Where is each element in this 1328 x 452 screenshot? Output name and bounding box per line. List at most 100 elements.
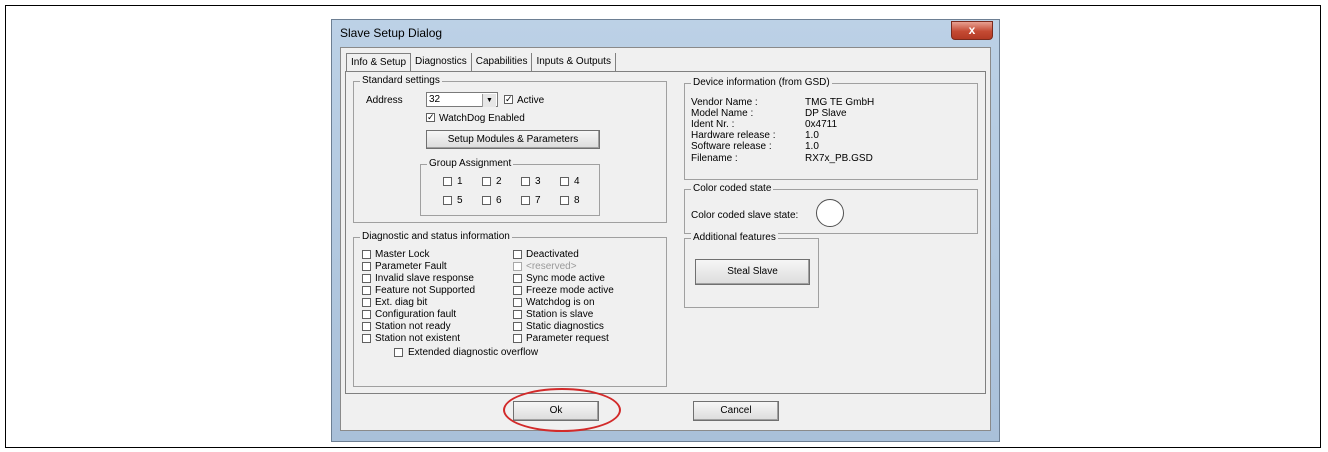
device-row-value: 1.0 xyxy=(805,130,819,141)
diag-right-label: Station is slave xyxy=(526,309,594,320)
parameter-fault-checkbox[interactable] xyxy=(362,262,371,271)
diagnostic-status-group: Diagnostic and status information Master… xyxy=(353,231,667,387)
device-row-label: Software release : xyxy=(691,141,772,152)
configuration-fault-checkbox[interactable] xyxy=(362,310,371,319)
deactivated-checkbox[interactable] xyxy=(513,250,522,259)
highlight-oval xyxy=(503,388,621,432)
diag-right-label: <reserved> xyxy=(526,261,577,272)
tab-inputs-outputs[interactable]: Inputs & Outputs xyxy=(532,53,616,71)
standard-settings-legend: Standard settings xyxy=(360,75,442,86)
device-row-value: DP Slave xyxy=(805,108,847,119)
slave-setup-dialog: Slave Setup Dialog x Info & Setup Diagno… xyxy=(331,19,1000,442)
title-bar: Slave Setup Dialog x xyxy=(332,20,999,46)
cancel-button[interactable]: Cancel xyxy=(693,401,779,421)
device-row-value: TMG TE GmbH xyxy=(805,97,875,108)
tab-strip: Info & Setup Diagnostics Capabilities In… xyxy=(346,53,616,72)
sync-mode-checkbox[interactable] xyxy=(513,274,522,283)
static-diagnostics-checkbox[interactable] xyxy=(513,322,522,331)
device-row-label: Model Name : xyxy=(691,108,754,119)
device-row-label: Vendor Name : xyxy=(691,97,758,108)
group-4-label: 4 xyxy=(574,176,580,187)
diag-left-label: Feature not Supported xyxy=(375,285,476,296)
group-1-label: 1 xyxy=(457,176,463,187)
group-2-checkbox[interactable] xyxy=(482,177,491,186)
diag-left-label: Station not existent xyxy=(375,333,461,344)
group-assignment-legend: Group Assignment xyxy=(427,158,514,169)
window-title: Slave Setup Dialog xyxy=(340,26,443,40)
group-2-label: 2 xyxy=(496,176,502,187)
diag-right-label: Static diagnostics xyxy=(526,321,604,332)
group-7-label: 7 xyxy=(535,195,541,206)
diag-left-label: Master Lock xyxy=(375,249,430,260)
additional-features-legend: Additional features xyxy=(691,232,778,243)
group-7-checkbox[interactable] xyxy=(521,196,530,205)
color-state-group: Color coded state Color coded slave stat… xyxy=(684,183,978,234)
standard-settings-group: Standard settings Address 32 ▼ Active Wa… xyxy=(353,75,667,223)
info-setup-page: Standard settings Address 32 ▼ Active Wa… xyxy=(345,71,986,394)
status-indicator-icon xyxy=(816,199,844,227)
tab-diagnostics[interactable]: Diagnostics xyxy=(411,53,472,71)
group-6-label: 6 xyxy=(496,195,502,206)
watchdog-label: WatchDog Enabled xyxy=(439,113,525,124)
group-1-checkbox[interactable] xyxy=(443,177,452,186)
watchdog-checkbox[interactable] xyxy=(426,113,435,122)
group-8-label: 8 xyxy=(574,195,580,206)
parameter-request-checkbox[interactable] xyxy=(513,334,522,343)
station-not-ready-checkbox[interactable] xyxy=(362,322,371,331)
device-row-label: Ident Nr. : xyxy=(691,119,735,130)
diag-right-label: Parameter request xyxy=(526,333,609,344)
device-row-label: Hardware release : xyxy=(691,130,776,141)
device-info-legend: Device information (from GSD) xyxy=(691,77,832,88)
group-3-label: 3 xyxy=(535,176,541,187)
chevron-down-icon[interactable]: ▼ xyxy=(482,94,496,107)
color-state-legend: Color coded state xyxy=(691,183,774,194)
reserved-checkbox xyxy=(513,262,522,271)
device-info-group: Device information (from GSD) Vendor Nam… xyxy=(684,77,978,180)
diagnostic-status-legend: Diagnostic and status information xyxy=(360,231,512,242)
invalid-slave-response-checkbox[interactable] xyxy=(362,274,371,283)
diag-left-label: Station not ready xyxy=(375,321,451,332)
diag-right-label: Watchdog is on xyxy=(526,297,595,308)
setup-modules-button[interactable]: Setup Modules & Parameters xyxy=(426,130,600,149)
diag-left-label: Invalid slave response xyxy=(375,273,474,284)
close-icon: x xyxy=(968,23,976,37)
group-8-checkbox[interactable] xyxy=(560,196,569,205)
station-is-slave-checkbox[interactable] xyxy=(513,310,522,319)
diag-right-label: Deactivated xyxy=(526,249,579,260)
device-row-value: 1.0 xyxy=(805,141,819,152)
dialog-client: Info & Setup Diagnostics Capabilities In… xyxy=(340,47,991,431)
active-label: Active xyxy=(517,95,545,106)
address-select[interactable]: 32 ▼ xyxy=(426,92,498,107)
group-3-checkbox[interactable] xyxy=(521,177,530,186)
address-label: Address xyxy=(366,95,403,106)
group-4-checkbox[interactable] xyxy=(560,177,569,186)
group-5-label: 5 xyxy=(457,195,463,206)
diag-right-label: Freeze mode active xyxy=(526,285,614,296)
extended-diagnostic-overflow-checkbox[interactable] xyxy=(394,348,403,357)
freeze-mode-checkbox[interactable] xyxy=(513,286,522,295)
group-assignment-group: Group Assignment 1 2 3 4 5 6 7 8 xyxy=(420,158,600,216)
additional-features-group: Additional features Steal Slave xyxy=(684,232,819,308)
steal-slave-button[interactable]: Steal Slave xyxy=(695,259,810,285)
master-lock-checkbox[interactable] xyxy=(362,250,371,259)
diag-left-label: Configuration fault xyxy=(375,309,457,320)
watchdog-on-checkbox[interactable] xyxy=(513,298,522,307)
color-state-label: Color coded slave state: xyxy=(691,210,799,221)
station-not-existent-checkbox[interactable] xyxy=(362,334,371,343)
diag-left-label: Parameter Fault xyxy=(375,261,447,272)
diag-right-label: Sync mode active xyxy=(526,273,605,284)
address-value: 32 xyxy=(429,94,441,105)
feature-not-supported-checkbox[interactable] xyxy=(362,286,371,295)
tab-info-setup[interactable]: Info & Setup xyxy=(346,53,412,72)
device-row-value: RX7x_PB.GSD xyxy=(805,153,873,164)
device-row-label: Filename : xyxy=(691,153,738,164)
device-row-value: 0x4711 xyxy=(805,119,838,130)
overflow-label: Extended diagnostic overflow xyxy=(408,347,539,358)
group-6-checkbox[interactable] xyxy=(482,196,491,205)
active-checkbox[interactable] xyxy=(504,95,513,104)
diag-left-label: Ext. diag bit xyxy=(375,297,428,308)
group-5-checkbox[interactable] xyxy=(443,196,452,205)
ext-diag-bit-checkbox[interactable] xyxy=(362,298,371,307)
tab-capabilities[interactable]: Capabilities xyxy=(472,53,533,71)
close-button[interactable]: x xyxy=(951,21,993,40)
